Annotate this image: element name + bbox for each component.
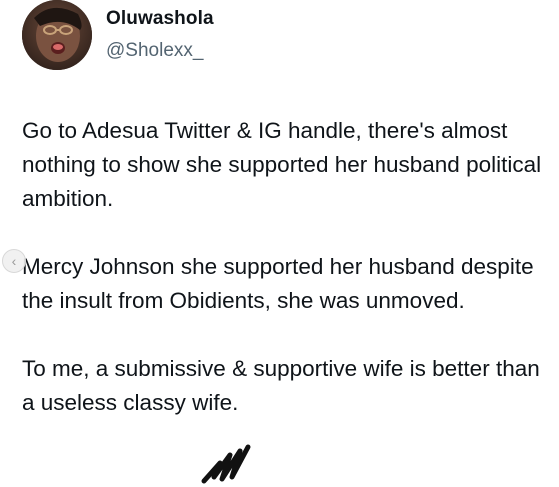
scribble-mark — [201, 444, 251, 484]
tweet-paragraph: Mercy Johnson she supported her husband … — [22, 254, 534, 313]
chevron-left-icon[interactable]: ‹ — [2, 249, 26, 273]
author-name[interactable]: Oluwashola — [106, 8, 214, 30]
avatar-photo — [22, 0, 92, 70]
avatar[interactable] — [22, 0, 92, 70]
tweet-card: Oluwashola @Sholexx_ Go to Adesua Twitte… — [0, 0, 559, 487]
tweet-text: Go to Adesua Twitter & IG handle, there'… — [22, 114, 552, 420]
tweet-paragraph: To me, a submissive & supportive wife is… — [22, 356, 540, 415]
author-handle[interactable]: @Sholexx_ — [106, 40, 203, 62]
tweet-paragraph: Go to Adesua Twitter & IG handle, there'… — [22, 118, 542, 211]
